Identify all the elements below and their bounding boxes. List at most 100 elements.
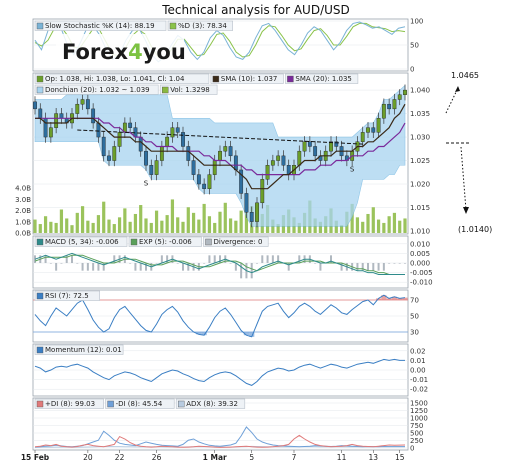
- price-legend-row1-swatch: [36, 75, 44, 83]
- macd-divergence-bar: [60, 263, 63, 264]
- macd-divergence-bar: [92, 263, 95, 271]
- macd-divergence-bar: [182, 263, 184, 271]
- macd-divergence-bar: [367, 263, 369, 271]
- candle-body: [138, 136, 143, 152]
- macd-divergence-bar: [314, 263, 317, 264]
- candle-body: [202, 183, 207, 189]
- candle-body: [218, 150, 222, 161]
- volume-bar: [49, 221, 53, 233]
- dmi-legend-swatch: [36, 400, 44, 408]
- volume-bar: [80, 206, 85, 233]
- dmi-legend-text: -DI (8): 45.54: [116, 400, 163, 408]
- candle-body: [397, 94, 402, 100]
- price-ytick-label: 1.030: [410, 134, 430, 142]
- price-legend-row1-text: Op: 1.038, Hi: 1.038, Lo: 1.041, Cl: 1.0…: [45, 75, 185, 83]
- volume-bar: [65, 218, 69, 233]
- candle-body: [265, 165, 270, 180]
- dmi-ytick-label: 250: [410, 437, 423, 445]
- candle-body: [360, 132, 365, 142]
- candle-body: [181, 132, 185, 147]
- candle-body: [302, 141, 307, 152]
- x-tick-label: 26: [152, 453, 162, 462]
- x-tick-label: 15 Feb: [21, 453, 50, 462]
- macd-divergence-bar: [234, 263, 237, 271]
- momentum-legend-swatch: [36, 346, 44, 354]
- volume-bar: [128, 221, 132, 233]
- macd-divergence-bar: [139, 263, 142, 271]
- candle-body: [207, 174, 212, 189]
- stoch-ytick-label: 0: [410, 66, 414, 74]
- candle-body: [112, 146, 117, 161]
- candle-body: [91, 108, 96, 124]
- candle-body: [392, 99, 397, 110]
- candle-body: [43, 118, 48, 138]
- volume-bar: [403, 218, 407, 233]
- price-ytick-label: 1.025: [410, 157, 430, 165]
- volume-ytick-label: 3.0B: [15, 196, 31, 204]
- candle-body: [38, 108, 43, 119]
- macd-divergence-bar: [393, 263, 396, 264]
- candle-body: [170, 127, 175, 138]
- stoch-legend-text: Slow Stochastic %K (14): 88.19: [45, 22, 155, 30]
- candle-body: [75, 103, 80, 114]
- dmi-legend-swatch: [107, 400, 114, 408]
- volume-bar: [117, 217, 122, 233]
- candle-body: [186, 146, 191, 161]
- candle-body: [196, 174, 201, 185]
- momentum-ytick-label: 0.00: [410, 367, 426, 375]
- candle-body: [191, 160, 196, 175]
- x-tick-label: 13: [369, 453, 379, 462]
- projection-upper-arrowhead: [455, 86, 460, 92]
- volume-bar: [139, 205, 143, 233]
- technical-analysis-chart: Technical analysis for AUD/USD 0501001.0…: [15, 3, 492, 462]
- macd-ytick-label: 0.000: [410, 260, 430, 268]
- candle-body: [96, 122, 101, 138]
- macd-legend-swatch: [205, 238, 212, 246]
- macd-divergence-bar: [81, 263, 84, 271]
- logo-text-forex: Forex: [62, 40, 129, 64]
- volume-bar: [43, 216, 48, 233]
- macd-divergence-bar: [65, 255, 68, 263]
- dmi-ytick-label: 1250: [410, 407, 428, 415]
- stoch-ytick-label: 100: [410, 18, 423, 26]
- volume-bar: [223, 202, 227, 233]
- volume-bar: [107, 219, 111, 233]
- volume-bar: [112, 224, 116, 233]
- dmi-ytick-label: 0: [410, 445, 414, 453]
- pattern-annotation-shoulder: S: [144, 180, 149, 188]
- macd-divergence-bar: [377, 263, 380, 271]
- volume-bar: [123, 208, 127, 233]
- projection-upper-label: 1.0465: [451, 71, 479, 80]
- candle-body: [144, 150, 148, 166]
- volume-bar: [197, 219, 201, 233]
- x-tick-label: 7: [292, 453, 297, 462]
- dmi-legend-text: ADX (8): 39.32: [186, 400, 238, 408]
- price-legend-row1-text: SMA (20): 1.035: [295, 75, 352, 83]
- candle-body: [281, 155, 286, 166]
- candle-body: [307, 141, 312, 147]
- candle-body: [255, 202, 259, 222]
- price-ytick-label: 1.035: [410, 110, 430, 118]
- macd-divergence-bar: [49, 263, 52, 264]
- macd-divergence-bar: [129, 263, 132, 264]
- volume-bar: [239, 210, 243, 233]
- x-tick-label: 15: [395, 453, 405, 462]
- volume-bar: [38, 224, 42, 233]
- chart-title: Technical analysis for AUD/USD: [161, 3, 350, 17]
- macd-legend-text: MACD (5, 34): -0.006: [45, 238, 119, 246]
- dmi-ytick-label: 1000: [410, 415, 428, 423]
- volume-ytick-label: 0.0B: [15, 230, 31, 238]
- volume-bar: [361, 221, 365, 233]
- forex4you-logo: Forex4you: [56, 34, 186, 64]
- volume-bar: [387, 216, 391, 233]
- volume-bar: [149, 222, 153, 233]
- macd-divergence-bar: [208, 255, 211, 263]
- volume-bar: [202, 203, 206, 233]
- macd-divergence-bar: [71, 255, 73, 263]
- x-tick-label: 20: [83, 453, 93, 462]
- candle-body: [228, 146, 233, 157]
- candle-body: [80, 99, 85, 105]
- candle-body: [276, 155, 281, 161]
- macd-divergence-bar: [382, 263, 385, 271]
- x-tick-label: 1 Mar: [203, 453, 227, 462]
